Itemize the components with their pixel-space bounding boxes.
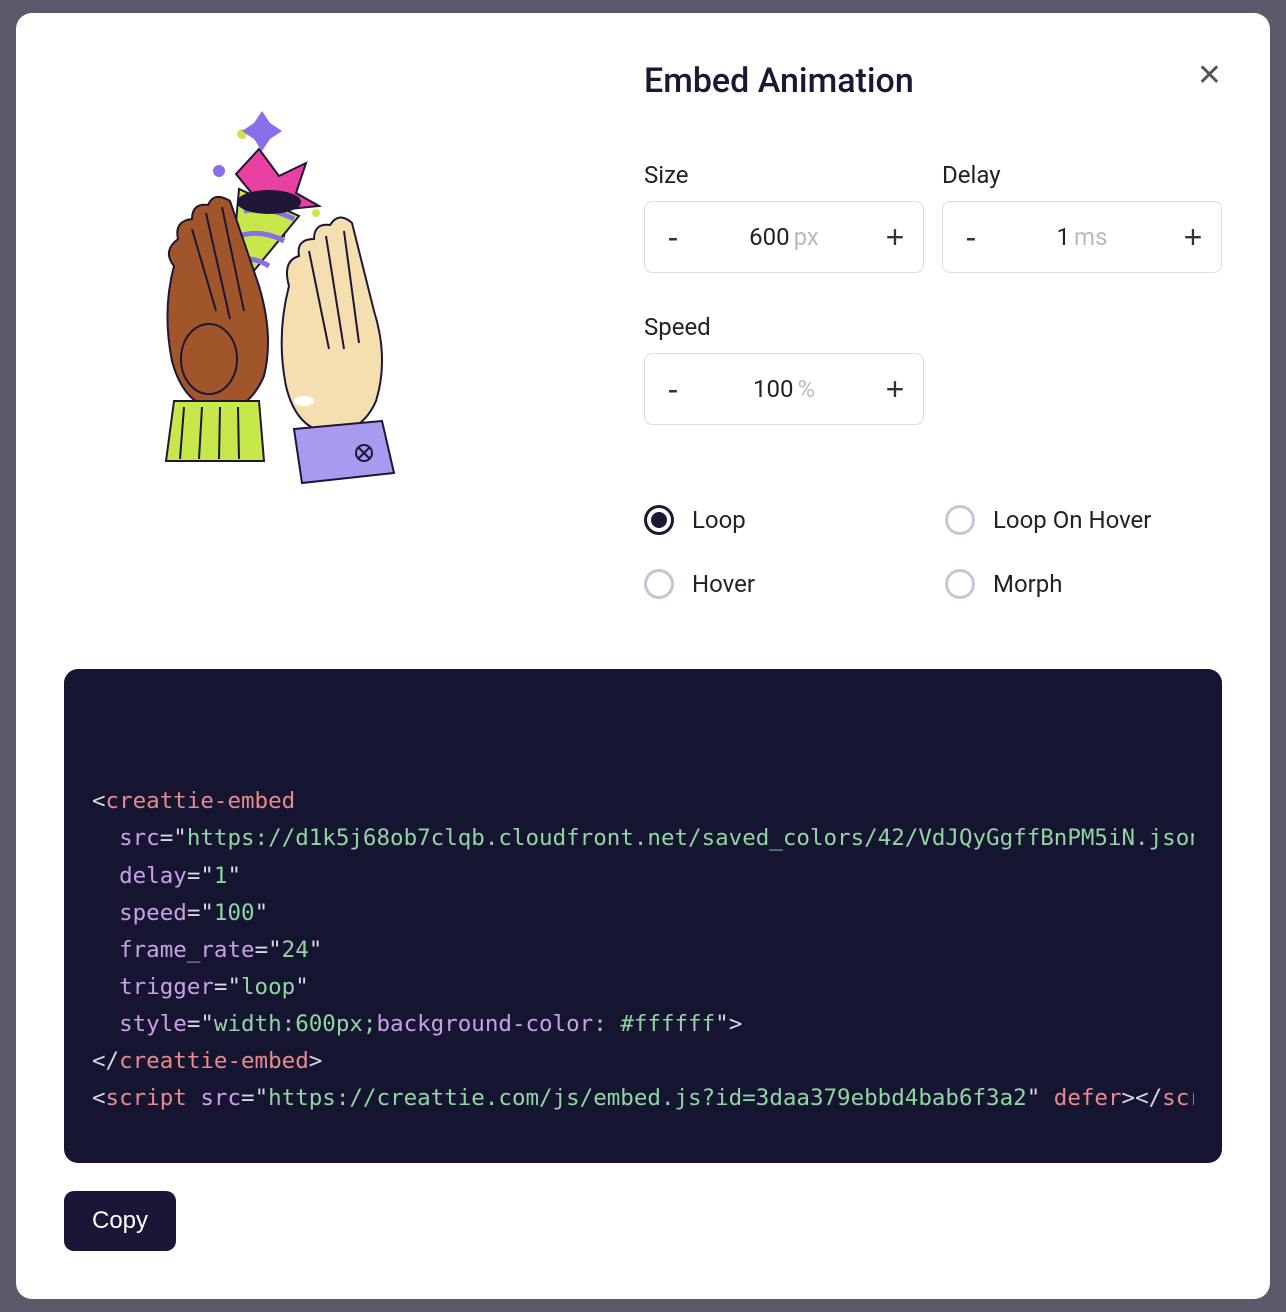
delay-unit: ms [1074, 223, 1107, 251]
delay-value-number: 1 [1057, 223, 1071, 251]
trigger-label-loop-on-hover: Loop On Hover [993, 506, 1151, 534]
delay-field: Delay - 1 ms + [942, 161, 1222, 273]
radio-icon [644, 505, 674, 535]
radio-icon [945, 505, 975, 535]
delay-increment-button[interactable]: + [1165, 202, 1221, 272]
animation-preview [64, 61, 584, 581]
radio-icon [644, 569, 674, 599]
trigger-radio-morph[interactable]: Morph [945, 569, 1222, 599]
trigger-radio-group: Loop Loop On Hover Hover Morph [644, 505, 1222, 599]
copy-button[interactable]: Copy [64, 1191, 176, 1251]
embed-code-scroll[interactable]: <creattie-embed src="https://d1k5j68ob7c… [92, 783, 1194, 1127]
trigger-radio-hover[interactable]: Hover [644, 569, 921, 599]
speed-field: Speed - 100 % + [644, 313, 924, 425]
speed-label: Speed [644, 313, 924, 341]
speed-value-number: 100 [753, 375, 793, 403]
close-button[interactable]: ✕ [1197, 61, 1222, 91]
delay-stepper: - 1 ms + [942, 201, 1222, 273]
delay-value: 1 ms [999, 223, 1165, 251]
trigger-label-loop: Loop [692, 506, 746, 534]
size-field: Size - 600 px + [644, 161, 924, 273]
trigger-label-morph: Morph [993, 570, 1062, 598]
speed-unit: % [797, 375, 815, 403]
speed-value: 100 % [701, 375, 867, 403]
radio-icon [945, 569, 975, 599]
trigger-radio-loop-on-hover[interactable]: Loop On Hover [945, 505, 1222, 535]
clapping-hands-illustration [144, 111, 504, 531]
size-value: 600 px [701, 223, 867, 251]
size-stepper: - 600 px + [644, 201, 924, 273]
speed-stepper: - 100 % + [644, 353, 924, 425]
delay-label: Delay [942, 161, 1222, 189]
speed-increment-button[interactable]: + [867, 354, 923, 424]
size-value-number: 600 [749, 223, 789, 251]
trigger-label-hover: Hover [692, 570, 755, 598]
size-increment-button[interactable]: + [867, 202, 923, 272]
embed-code-block: <creattie-embed src="https://d1k5j68ob7c… [64, 669, 1222, 1163]
size-label: Size [644, 161, 924, 189]
size-decrement-button[interactable]: - [645, 202, 701, 272]
size-unit: px [794, 223, 819, 251]
delay-decrement-button[interactable]: - [943, 202, 999, 272]
embed-animation-modal: Embed Animation ✕ Size - 600 px + [16, 13, 1270, 1299]
trigger-radio-loop[interactable]: Loop [644, 505, 921, 535]
modal-title: Embed Animation [644, 61, 914, 101]
speed-decrement-button[interactable]: - [645, 354, 701, 424]
